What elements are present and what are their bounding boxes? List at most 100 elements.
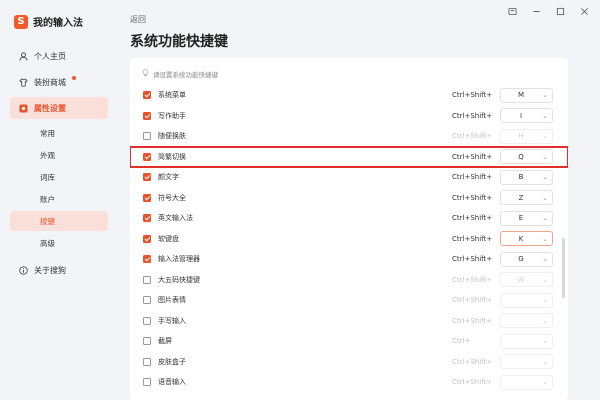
shortcut-combo: Ctrl+ <box>452 337 471 346</box>
minimize-icon[interactable] <box>530 5 542 17</box>
chevron-down-icon: ⌄ <box>542 234 548 243</box>
sidebar-subitem-keys[interactable]: 按键 <box>10 211 108 231</box>
settings-icon <box>18 103 28 113</box>
shortcut-checkbox[interactable] <box>143 173 151 182</box>
shortcut-key-select[interactable]: Q ⌄ <box>500 149 553 165</box>
shortcut-key-value: E <box>518 214 524 223</box>
shortcut-label: 图片表情 <box>158 296 186 305</box>
shortcut-label: 随便换肤 <box>158 132 186 141</box>
shortcut-row-handwriting: 手写输入 Ctrl+Shift+ ⌄ <box>130 311 568 332</box>
chevron-down-icon: ⌄ <box>542 296 548 305</box>
shortcut-key-select[interactable]: ⌄ <box>500 354 553 370</box>
shortcut-row-voice-input: 语音输入 Ctrl+Shift+ ⌄ <box>130 372 568 393</box>
shortcut-row-skin-box: 皮肤盒子 Ctrl+Shift+ ⌄ <box>130 352 568 373</box>
shortcut-checkbox[interactable] <box>143 357 151 366</box>
hint-text: 请设置系统功能快捷键 <box>153 71 218 79</box>
shortcut-key-value: H <box>518 132 524 141</box>
shortcut-checkbox[interactable] <box>143 193 151 202</box>
shortcut-checkbox[interactable] <box>143 91 151 100</box>
shortcut-checkbox[interactable] <box>143 152 151 161</box>
shortcut-key-select[interactable]: ⌄ <box>500 292 553 308</box>
pin-icon[interactable] <box>506 5 518 17</box>
shortcut-key-select[interactable]: H ⌄ <box>500 128 553 144</box>
lightbulb-icon <box>142 69 149 79</box>
sidebar-item-settings[interactable]: 属性设置 <box>10 97 108 119</box>
hint: 请设置系统功能快捷键 <box>142 69 218 79</box>
sidebar-item-label: 属性设置 <box>34 103 66 113</box>
sidebar: S 我的输入法 个人主页 装扮商城 属性设置 常用 外观 词库 账户 按键 高级 <box>0 0 118 400</box>
sidebar-nav: 个人主页 装扮商城 属性设置 常用 外观 词库 账户 按键 高级 关于搜狗 <box>10 45 108 285</box>
shortcut-checkbox[interactable] <box>143 132 151 141</box>
chevron-down-icon: ⌄ <box>542 316 548 325</box>
shortcut-key-select[interactable]: ⌄ <box>500 313 553 329</box>
shortcut-key-select[interactable]: G ⌄ <box>500 251 553 267</box>
window-controls <box>506 5 590 17</box>
chevron-down-icon: ⌄ <box>542 111 548 120</box>
chevron-down-icon: ⌄ <box>542 193 548 202</box>
shortcut-checkbox[interactable] <box>143 378 151 387</box>
shortcut-label: 皮肤盒子 <box>158 357 186 366</box>
shortcut-checkbox[interactable] <box>143 316 151 325</box>
info-icon <box>18 265 28 275</box>
shortcut-key-select[interactable]: I ⌄ <box>500 108 553 124</box>
shortcut-label: 输入法管理器 <box>158 255 200 264</box>
shortcut-list: 系统菜单 Ctrl+Shift+ M ⌄ 写作助手 Ctrl+Shift+ I ⌄ … <box>130 85 568 393</box>
shortcut-checkbox[interactable] <box>143 337 151 346</box>
shortcut-combo: Ctrl+Shift+ <box>452 357 493 366</box>
scrollbar[interactable] <box>562 238 565 298</box>
sidebar-subitem-advanced[interactable]: 高级 <box>10 233 108 253</box>
shortcut-row-soft-keyboard: 软键盘 Ctrl+Shift+ K ⌄ <box>130 229 568 250</box>
chevron-down-icon: ⌄ <box>542 357 548 366</box>
shortcut-key-select[interactable]: B ⌄ <box>500 169 553 185</box>
shortcut-checkbox[interactable] <box>143 275 151 284</box>
shortcut-label: 写作助手 <box>158 111 186 120</box>
shortcut-combo: Ctrl+Shift+ <box>452 316 493 325</box>
sidebar-subitem-appearance[interactable]: 外观 <box>10 145 108 165</box>
shortcut-key-select[interactable]: W ⌄ <box>500 272 553 288</box>
sidebar-item-store[interactable]: 装扮商城 <box>10 71 108 93</box>
shortcut-row-simp-trad: 简繁切换 Ctrl+Shift+ Q ⌄ <box>130 145 568 168</box>
chevron-down-icon: ⌄ <box>542 214 548 223</box>
shortcut-combo: Ctrl+Shift+ <box>452 275 493 284</box>
shortcut-key-select[interactable]: ⌄ <box>500 374 553 390</box>
sidebar-subitem-account[interactable]: 账户 <box>10 189 108 209</box>
shortcut-key-select[interactable]: Z ⌄ <box>500 190 553 206</box>
shortcut-key-select[interactable]: ⌄ <box>500 333 553 349</box>
sidebar-item-about[interactable]: 关于搜狗 <box>10 259 108 281</box>
shortcut-combo: Ctrl+Shift+ <box>452 91 493 100</box>
shortcut-key-value: B <box>518 173 524 182</box>
shortcut-row-big5: 大五码快捷键 Ctrl+Shift+ W ⌄ <box>130 270 568 291</box>
chevron-down-icon: ⌄ <box>542 255 548 264</box>
shortcut-key-select[interactable]: K ⌄ <box>500 231 553 247</box>
sidebar-subitem-common[interactable]: 常用 <box>10 123 108 143</box>
maximize-icon[interactable] <box>554 5 566 17</box>
shortcut-checkbox[interactable] <box>143 234 151 243</box>
shortcut-label: 截屏 <box>158 337 172 346</box>
shortcut-row-english-input: 英文输入法 Ctrl+Shift+ E ⌄ <box>130 208 568 229</box>
sidebar-subitem-dictionary[interactable]: 词库 <box>10 167 108 187</box>
shortcut-key-value: M <box>517 91 525 100</box>
shortcut-combo: Ctrl+Shift+ <box>452 193 493 202</box>
sidebar-item-label: 装扮商城 <box>34 77 66 87</box>
shortcut-checkbox[interactable] <box>143 214 151 223</box>
close-icon[interactable] <box>578 5 590 17</box>
sidebar-item-label: 关于搜狗 <box>34 265 66 275</box>
sidebar-item-profile[interactable]: 个人主页 <box>10 45 108 67</box>
shortcut-checkbox[interactable] <box>143 255 151 264</box>
shortcut-label: 大五码快捷键 <box>158 275 200 284</box>
shortcut-row-writing-assistant: 写作助手 Ctrl+Shift+ I ⌄ <box>130 106 568 127</box>
app-title: 我的输入法 <box>33 18 83 29</box>
shortcut-combo: Ctrl+Shift+ <box>452 214 493 223</box>
shortcut-label: 语音输入 <box>158 378 186 387</box>
back-link[interactable]: 返回 <box>130 14 146 25</box>
shortcut-label: 手写输入 <box>158 316 186 325</box>
shirt-icon <box>18 77 28 87</box>
shortcut-key-select[interactable]: E ⌄ <box>500 210 553 226</box>
shortcut-label: 简繁切换 <box>158 152 186 161</box>
shortcut-key-value: G <box>518 255 524 264</box>
shortcut-row-screenshot: 截屏 Ctrl+ ⌄ <box>130 331 568 352</box>
shortcut-key-select[interactable]: M ⌄ <box>500 87 553 103</box>
shortcut-combo: Ctrl+Shift+ <box>452 152 493 161</box>
shortcut-checkbox[interactable] <box>143 111 151 120</box>
shortcut-checkbox[interactable] <box>143 296 151 305</box>
